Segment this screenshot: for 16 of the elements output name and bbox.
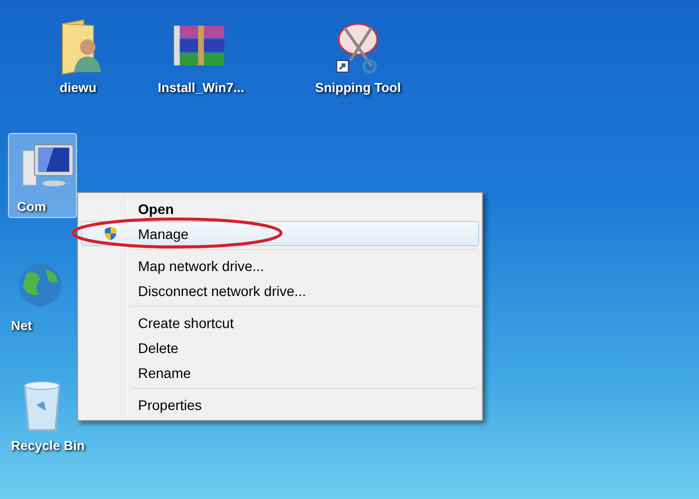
desktop-shortcut[interactable]: diewu	[20, 14, 136, 99]
icon-label: diewu	[60, 80, 96, 95]
icon-label: Install_Win7...	[158, 80, 244, 95]
menu-item[interactable]: Delete	[81, 335, 479, 360]
menu-item[interactable]: Map network drive...	[81, 253, 479, 278]
desktop-shortcut[interactable]: Snipping Tool	[290, 14, 426, 99]
icon-label: Snipping Tool	[315, 80, 401, 95]
desktop-shortcut[interactable]: Install_Win7...	[142, 14, 260, 99]
icon-label: Com	[17, 199, 46, 214]
icon-label: Recycle Bin	[11, 438, 85, 453]
shield-icon	[102, 226, 118, 241]
icon-label: Net	[11, 318, 32, 333]
menu-item[interactable]: Disconnect network drive...	[81, 278, 479, 303]
menu-item[interactable]: Open	[81, 196, 479, 221]
menu-item[interactable]: Manage	[81, 221, 479, 246]
menu-item[interactable]: Create shortcut	[81, 310, 479, 335]
